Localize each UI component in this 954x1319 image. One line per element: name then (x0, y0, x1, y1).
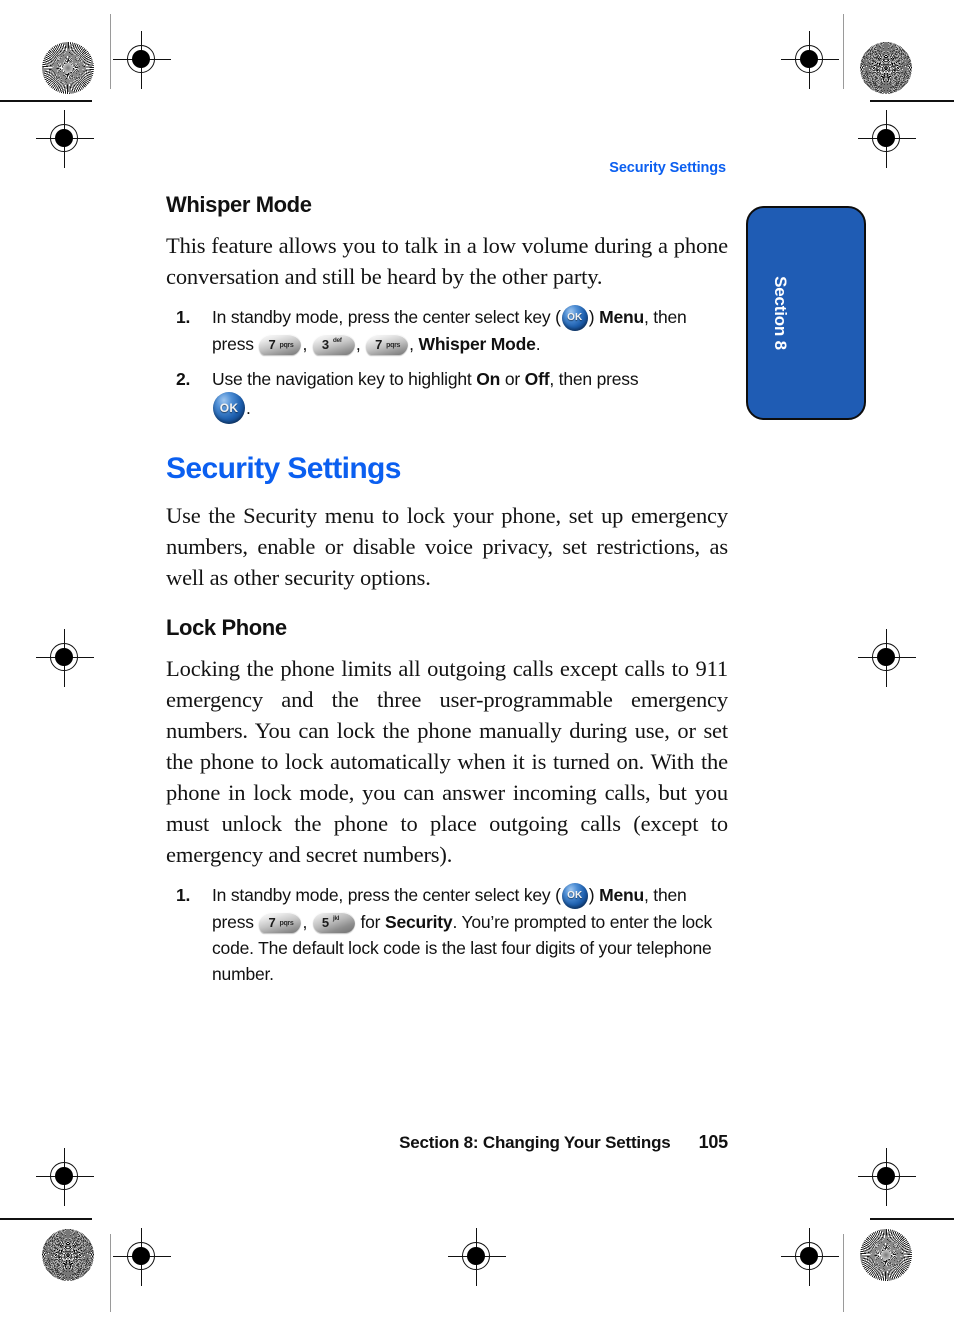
manual-page: Security Settings Section 8 Whisper Mode… (0, 0, 954, 1319)
heading-whisper-mode: Whisper Mode (166, 192, 312, 217)
key-letters: pqrs (279, 920, 294, 927)
step-text: ) (588, 885, 595, 905)
key-letters: pqrs (279, 342, 294, 349)
key-digit: 3 (321, 337, 329, 352)
section-tab-label: Section 8 (771, 276, 790, 350)
steps-lock-phone: 1. In standby mode, press the center sele… (166, 882, 728, 987)
ok-key-icon: OK (561, 305, 588, 331)
whisper-mode-label: Whisper Mode (418, 334, 536, 354)
off-label: Off (524, 369, 550, 389)
key-digit: 7 (375, 337, 383, 352)
step-text: In standby mode, press the center select… (212, 885, 561, 905)
keypad-key-5-icon: 5 jkl (312, 912, 355, 933)
key-digit: 5 (321, 915, 329, 930)
keypad-key-7-icon: 7 pqrs (365, 334, 410, 355)
step-item: 1. In standby mode, press the center sele… (166, 882, 728, 987)
step-text: or (504, 369, 520, 389)
step-text: , (409, 334, 414, 354)
key-letters: def (332, 337, 342, 344)
step-text: Use the navigation key to highlight (212, 369, 472, 389)
menu-label: Menu (599, 885, 644, 905)
key-letters: jkl (332, 915, 340, 922)
key-digit: 7 (268, 915, 276, 930)
keypad-key-3-icon: 3 def (311, 334, 356, 355)
ok-key-label: OK (219, 401, 239, 415)
page-content: Whisper Mode This feature allows you to … (166, 192, 728, 996)
step-text: for (360, 912, 381, 932)
ok-key-label: OK (567, 312, 583, 323)
steps-whisper-mode: 1. In standby mode, press the center sele… (166, 304, 728, 424)
keypad-key-7-icon: 7 pqrs (258, 334, 303, 355)
step-text: ) (588, 307, 595, 327)
ok-key-icon: OK (561, 883, 588, 909)
section-tab: Section 8 (746, 206, 866, 420)
step-text: , (355, 334, 361, 354)
page-footer: Section 8: Changing Your Settings 105 (166, 1132, 728, 1153)
step-number: 1. (176, 885, 191, 905)
step-text: , (302, 334, 308, 354)
key-digit: 7 (268, 337, 276, 352)
step-item: 2. Use the navigation key to highlight On… (166, 366, 728, 424)
heading-lock-phone: Lock Phone (166, 615, 287, 640)
ok-key-icon: OK (213, 392, 245, 424)
security-label: Security (384, 912, 453, 932)
ok-key-label: OK (567, 890, 583, 901)
keypad-key-7-icon: 7 pqrs (258, 912, 303, 933)
step-item: 1. In standby mode, press the center sele… (166, 304, 728, 357)
heading-security-settings: Security Settings (166, 452, 401, 485)
paragraph-lock-phone: Locking the phone limits all outgoing ca… (166, 656, 728, 867)
step-text: , then press (549, 369, 639, 389)
step-number: 1. (176, 307, 191, 327)
step-text: In standby mode, press the center select… (212, 307, 561, 327)
step-number: 2. (176, 369, 191, 389)
step-text: . (246, 398, 251, 418)
running-head: Security Settings (609, 160, 726, 176)
key-letters: pqrs (386, 342, 401, 349)
step-text: , (302, 912, 308, 932)
menu-label: Menu (599, 307, 644, 327)
paragraph-security-settings: Use the Security menu to lock your phone… (166, 503, 728, 590)
page-number: 105 (698, 1132, 729, 1152)
footer-section-text: Section 8: Changing Your Settings (399, 1133, 671, 1152)
on-label: On (476, 369, 501, 389)
step-text: . (535, 334, 541, 354)
paragraph-whisper-mode: This feature allows you to talk in a low… (166, 233, 728, 289)
